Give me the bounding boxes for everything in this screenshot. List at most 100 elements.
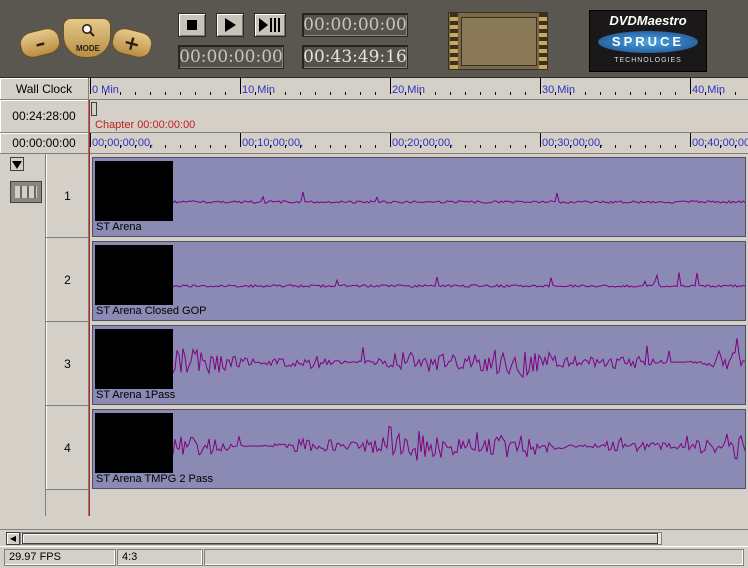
tc-label-0: 00:00;00:00,: [92, 137, 154, 149]
track-tools-panel: [0, 154, 46, 516]
ruler-minor-tick: [615, 145, 616, 148]
chapter-marker-icon[interactable]: [91, 102, 97, 116]
ruler-minor-tick: [150, 92, 151, 95]
ruler-minor-tick: [720, 145, 721, 148]
stop-button[interactable]: [178, 13, 206, 37]
ruler-minor-tick: [330, 145, 331, 148]
ruler-major-tick: [90, 133, 91, 147]
ruler-minor-tick: [165, 92, 166, 95]
ruler-minor-tick: [435, 92, 436, 95]
ruler-minor-tick: [660, 92, 661, 95]
zoom-in-button[interactable]: +: [109, 25, 155, 61]
wall-clock-label: Wall Clock: [0, 78, 89, 100]
ruler-minor-tick: [450, 92, 451, 95]
ruler-minor-tick: [660, 145, 661, 148]
video-track[interactable]: ST Arena: [92, 157, 746, 237]
step-forward-icon: [259, 18, 280, 32]
ruler-minor-tick: [645, 145, 646, 148]
ruler-minor-tick: [465, 145, 466, 148]
ruler-minor-tick: [675, 92, 676, 95]
film-track-icon[interactable]: [10, 181, 42, 203]
ruler-minor-tick: [615, 92, 616, 95]
toolbar: – MODE + 00:00:00:00 00:00:00:00 00:43:4…: [0, 0, 748, 78]
ruler-minor-tick: [600, 145, 601, 148]
ruler-minor-tick: [420, 92, 421, 95]
ruler-major-tick: [690, 133, 691, 147]
ruler-minor-tick: [735, 145, 736, 148]
timecode-origin: 00:00:00:00: [0, 133, 89, 154]
horizontal-scrollbar[interactable]: ◀: [0, 516, 748, 546]
ruler-minor-tick: [720, 92, 721, 95]
tc-label-20: 00:20;00:00,: [392, 137, 454, 149]
status-aspect-ratio: 4:3: [117, 549, 203, 566]
ruler-minor-tick: [255, 92, 256, 95]
play-button[interactable]: [216, 13, 244, 37]
zoom-out-button[interactable]: –: [17, 25, 63, 61]
mode-button[interactable]: MODE: [63, 18, 111, 58]
waveform-line: [173, 191, 745, 204]
tc-label-10: 00:10;00:00,: [242, 137, 304, 149]
scroll-thumb[interactable]: [22, 533, 658, 544]
video-track[interactable]: ST Arena 1Pass: [92, 325, 746, 405]
ruler-major-tick: [90, 78, 91, 94]
ruler-minor-tick: [570, 145, 571, 148]
ruler-minor-tick: [375, 92, 376, 95]
ruler-minor-tick: [195, 145, 196, 148]
step-forward-button[interactable]: [254, 13, 286, 37]
ruler-minor-tick: [585, 145, 586, 148]
ruler-minor-tick: [405, 145, 406, 148]
ruler-major-tick: [240, 133, 241, 147]
in-timecode-display: 00:00:00:00: [178, 45, 284, 69]
ruler-minor-tick: [225, 92, 226, 95]
ruler-minor-tick: [150, 145, 151, 148]
scroll-left-arrow-icon[interactable]: ◀: [6, 532, 20, 545]
ruler-minor-tick: [270, 92, 271, 95]
video-track[interactable]: ST Arena Closed GOP: [92, 241, 746, 321]
ruler-minor-tick: [510, 145, 511, 148]
track-name: ST Arena TMPG 2 Pass: [96, 473, 213, 485]
ruler-minor-tick: [270, 145, 271, 148]
ruler-minor-tick: [570, 92, 571, 95]
duration-timecode-display: 00:43:49:16: [302, 45, 408, 69]
ruler-minor-tick: [285, 92, 286, 95]
ruler-minor-tick: [345, 92, 346, 95]
video-track[interactable]: ST Arena TMPG 2 Pass: [92, 409, 746, 489]
bitrate-waveform: [173, 272, 745, 288]
mode-label: MODE: [76, 44, 100, 53]
ruler-minor-tick: [210, 92, 211, 95]
track-thumbnail: [95, 329, 173, 389]
track-number[interactable]: 3: [46, 322, 89, 406]
play-icon: [225, 18, 236, 32]
ruler-minor-tick: [630, 145, 631, 148]
ruler-minor-tick: [120, 92, 121, 95]
stop-icon: [187, 20, 197, 30]
ruler-minor-tick: [375, 145, 376, 148]
ruler-minor-tick: [360, 145, 361, 148]
ruler-minor-tick: [360, 92, 361, 95]
triangle-down-icon[interactable]: [10, 157, 24, 171]
ruler-major-tick: [540, 133, 541, 147]
ruler-minor-tick: [405, 92, 406, 95]
track-thumbnail: [95, 413, 173, 473]
logo-brand: SPRUCE: [598, 31, 698, 53]
track-number[interactable]: 2: [46, 238, 89, 322]
timecode-ruler[interactable]: 00:00;00:00, 00:10;00:00, 00:20;00:00, 0…: [89, 133, 748, 154]
ruler-minor-tick: [480, 145, 481, 148]
spruce-logo: DVDMaestro SPRUCE TECHNOLOGIES: [589, 10, 707, 72]
bitrate-waveform: [173, 338, 745, 379]
ruler-minor-tick: [105, 145, 106, 148]
status-extra: [204, 549, 744, 566]
ruler-minor-tick: [180, 92, 181, 95]
track-number[interactable]: 4: [46, 406, 89, 490]
track-name: ST Arena: [96, 221, 142, 233]
minute-ruler[interactable]: 0 Min 10 Min 20 Min 30 Min 40 Min: [89, 78, 748, 100]
ruler-minor-tick: [675, 145, 676, 148]
ruler-minor-tick: [510, 92, 511, 95]
status-fps: 29.97 FPS: [4, 549, 116, 566]
track-number[interactable]: 1: [46, 154, 89, 238]
ruler-minor-tick: [645, 92, 646, 95]
wall-clock-time: 00:24:28:00: [0, 100, 89, 133]
chapter-track[interactable]: Chapter 00:00:00:00: [89, 100, 748, 133]
playhead[interactable]: [89, 100, 90, 516]
ruler-minor-tick: [465, 92, 466, 95]
